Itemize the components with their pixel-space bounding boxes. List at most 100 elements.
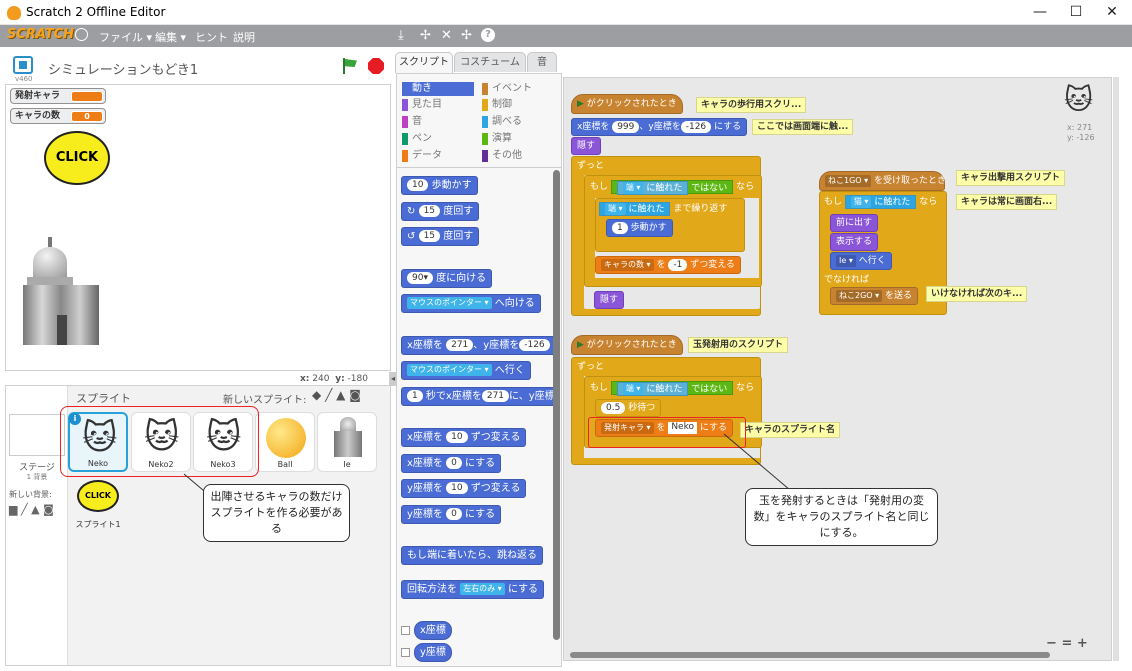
wait-block[interactable]: 0.5 秒待つ (595, 399, 662, 417)
goto-block[interactable]: マウスのポインター ▾ へ行く (401, 361, 531, 380)
broadcast-block[interactable]: ねこ2GO ▾ を送る (830, 287, 919, 305)
category-sound[interactable]: 音 (402, 115, 474, 129)
camera-icon[interactable]: ◙ (349, 388, 361, 402)
stop-icon[interactable] (368, 58, 384, 74)
zoom-reset-icon[interactable]: = (1061, 636, 1072, 651)
script-hscrollbar[interactable] (570, 652, 1050, 658)
touching-block[interactable]: 端 ▾ に触れた (616, 381, 689, 396)
set-x-block[interactable]: x座標を 0 にする (401, 454, 502, 473)
point-towards-block[interactable]: マウスのポインター ▾ へ向ける (401, 294, 541, 313)
green-flag-icon[interactable] (343, 58, 357, 74)
sprite-tile-sprite1[interactable]: CLICK スプライト1 (68, 478, 128, 538)
category-pen[interactable]: ペン (402, 132, 474, 146)
zoom-in-icon[interactable]: + (1077, 636, 1088, 651)
hide-block[interactable]: 隠す (571, 137, 602, 155)
menu-file[interactable]: ファイル ▾ (99, 29, 152, 45)
touching-block[interactable]: 端 ▾ に触れた (599, 201, 671, 216)
tab-costumes[interactable]: コスチューム (454, 52, 526, 72)
globe-icon[interactable] (75, 28, 88, 41)
ypos-checkbox[interactable] (401, 648, 410, 657)
turn-left-block[interactable]: ↺ 15 度回す (401, 227, 480, 246)
bounce-block[interactable]: もし端に着いたら、跳ね返る (401, 546, 543, 565)
menu-about[interactable]: 説明 (233, 29, 255, 45)
sprite-library-icon[interactable]: ◆ (312, 388, 321, 402)
glide-block[interactable]: 1 秒でx座標を271に、y座標を (401, 387, 559, 406)
image-icon[interactable]: ▆ (9, 503, 17, 516)
rotation-style-block[interactable]: 回転方法を 左右のみ ▾ にする (401, 580, 545, 599)
ypos-reporter[interactable]: y座標 (414, 643, 452, 662)
category-looks[interactable]: 見た目 (402, 98, 474, 112)
sprite-tile-ball[interactable]: Ball (255, 412, 315, 472)
if-header: もし 猫 ▾ に触れた なら (824, 194, 938, 209)
move-steps-script-block[interactable]: 1 歩動かす (606, 219, 673, 237)
if-block[interactable]: もし 端 ▾ に触れた ではない なら 端 ▾ に触れた まで繰り返す 1 歩動… (584, 175, 762, 287)
category-data[interactable]: データ (402, 149, 474, 163)
script-comment[interactable]: キャラは常に画面右... (956, 194, 1058, 210)
xpos-reporter[interactable]: x座標 (414, 621, 452, 640)
script-area[interactable]: 🐱 x: 271 y: -126 ▶ がクリックされたとき キャラの歩行用スクリ… (563, 77, 1112, 661)
hide-block[interactable]: 隠す (594, 291, 625, 309)
category-control[interactable]: 制御 (482, 98, 554, 112)
move-steps-block[interactable]: 10 歩動かす (401, 176, 478, 195)
click-sprite[interactable]: CLICK (44, 131, 110, 185)
paint-brush-icon[interactable]: ╱ (325, 388, 332, 402)
turn-right-block[interactable]: ↻ 15 度回す (401, 202, 480, 221)
sprite-tile-ie[interactable]: Ie (317, 412, 377, 472)
script-vscroll-track[interactable] (1113, 77, 1119, 661)
palette-scrollbar[interactable] (553, 170, 560, 640)
point-direction-block[interactable]: 90▾ 度に向ける (401, 269, 493, 288)
change-variable-block[interactable]: キャラの数 ▾ を -1 ずつ変える (595, 256, 741, 274)
script-comment[interactable]: ここでは画面端に触... (752, 119, 854, 135)
category-sensing[interactable]: 調べる (482, 115, 554, 129)
repeat-until-block[interactable]: 端 ▾ に触れた まで繰り返す 1 歩動かす (595, 198, 745, 252)
change-x-block[interactable]: x座標を 10 ずつ変える (401, 428, 527, 447)
grow-icon[interactable]: ✕ (441, 28, 452, 43)
script-comment[interactable]: キャラの歩行用スクリ... (696, 97, 807, 113)
menu-tips[interactable]: ヒント (195, 29, 228, 45)
upload-sprite-icon[interactable]: ▲ (336, 388, 345, 402)
delete-icon[interactable]: ✢ (420, 28, 431, 43)
show-block[interactable]: 表示する (830, 233, 879, 251)
zoom-out-icon[interactable]: − (1046, 636, 1057, 651)
stage-thumbnail[interactable] (9, 414, 65, 456)
scratch-logo[interactable]: SCRATCH (7, 27, 74, 42)
when-receive-hat[interactable]: ねこ1GO ▾ を受け取ったとき (819, 171, 946, 191)
category-events[interactable]: イベント (482, 82, 554, 96)
script-comment[interactable]: いけなければ次のキ... (926, 286, 1028, 302)
change-y-block[interactable]: y座標を 10 ずつ変える (401, 479, 527, 498)
help-icon[interactable]: ? (481, 28, 495, 42)
go-to-front-block[interactable]: 前に出す (830, 214, 879, 232)
fullscreen-icon[interactable] (13, 56, 33, 74)
script-comment[interactable]: 玉発射用のスクリプト (688, 337, 789, 353)
stage[interactable]: 発射キャラ キャラの数 0 CLICK (5, 84, 391, 371)
upload-icon[interactable]: ▲ (31, 503, 39, 516)
script-comment[interactable]: キャラ出撃用スクリプト (956, 170, 1066, 186)
when-flag-clicked-hat[interactable]: ▶ がクリックされたとき (571, 335, 683, 355)
tab-scripts[interactable]: スクリプト (395, 52, 453, 73)
project-title-input[interactable]: シミュレーションもどき1 (48, 59, 198, 78)
category-motion[interactable]: 動き (402, 82, 474, 96)
shrink-icon[interactable]: ✢ (461, 28, 472, 43)
collapse-arrow-icon[interactable]: ◂ (389, 372, 397, 386)
touching-block[interactable]: 端 ▾ に触れた (616, 180, 689, 195)
when-flag-clicked-hat[interactable]: ▶ がクリックされたとき (571, 94, 683, 114)
category-more[interactable]: その他 (482, 149, 554, 163)
goto-sprite-block[interactable]: Ie ▾ へ行く (830, 252, 892, 270)
forever-block[interactable]: ずっと もし 端 ▾ に触れた ではない なら 端 ▾ に触れた まで繰り返す … (571, 156, 762, 316)
goto-xy-script-block[interactable]: x座標を 999 、y座標を -126 にする (571, 118, 748, 136)
xpos-checkbox[interactable] (401, 626, 410, 635)
duplicate-icon[interactable]: ⤓ (398, 28, 404, 43)
category-operators[interactable]: 演算 (482, 132, 554, 146)
touching-block[interactable]: 猫 ▾ に触れた (844, 194, 917, 209)
camera-icon[interactable]: ◙ (43, 503, 54, 516)
close-button[interactable]: ✕ (1089, 0, 1132, 25)
not-operator[interactable]: 端 ▾ に触れた ではない (610, 380, 734, 396)
category-swatch (402, 99, 408, 111)
not-operator[interactable]: 端 ▾ に触れた ではない (610, 179, 734, 195)
menu-edit[interactable]: 編集 ▾ (155, 29, 186, 45)
brush-icon[interactable]: ╱ (21, 503, 28, 516)
set-y-block[interactable]: y座標を 0 にする (401, 505, 502, 524)
goto-xy-block[interactable]: x座標を 271、y座標を-126 に (401, 336, 559, 355)
tab-sounds[interactable]: 音 (527, 52, 557, 72)
building-sprite[interactable] (21, 237, 103, 347)
